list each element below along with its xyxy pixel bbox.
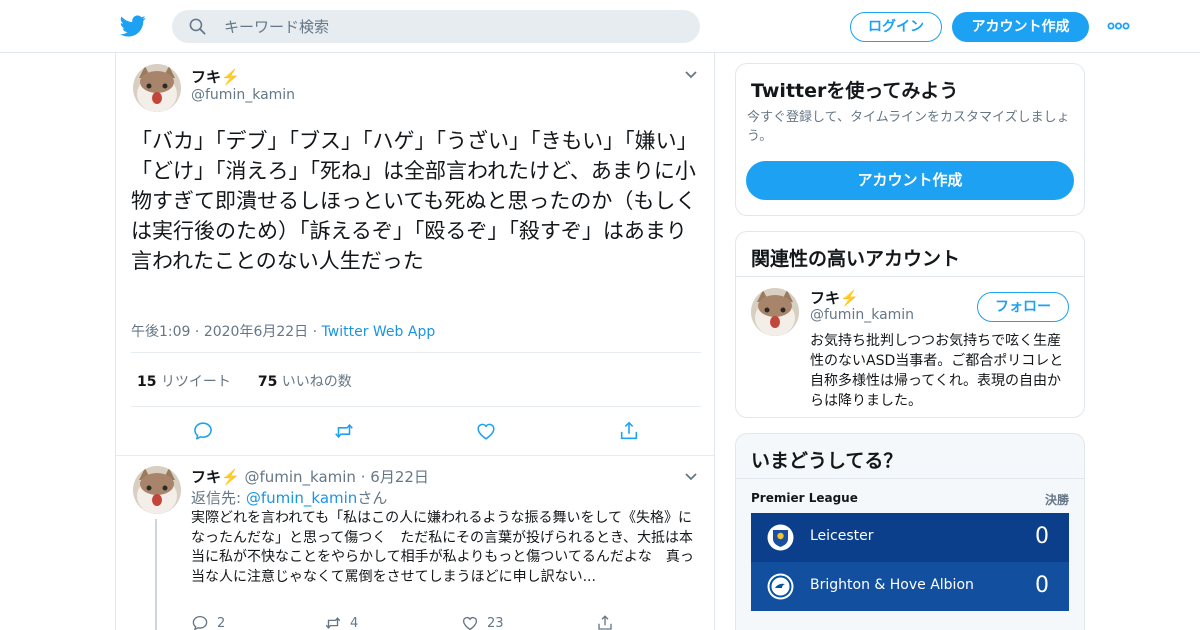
retweet-icon — [325, 617, 341, 629]
follow-button[interactable]: フォロー — [977, 292, 1069, 322]
signup-card-button[interactable]: アカウント作成 — [746, 161, 1074, 200]
divider — [131, 352, 701, 353]
more-options-icon[interactable] — [1107, 20, 1130, 32]
team-score: 0 — [1035, 573, 1049, 598]
separator-dot: · — [312, 324, 322, 340]
main-timeline: フキ⚡️ @fumin_kamin 「バカ」「デブ」「ブス」「ハゲ」「うざい」「… — [115, 53, 715, 630]
cat-avatar-image — [133, 64, 181, 112]
share-icon[interactable] — [618, 420, 640, 442]
separator-dot: · — [194, 324, 204, 340]
related-accounts-title: 関連性の高いアカウント — [751, 248, 961, 270]
search-icon — [189, 18, 206, 35]
twitter-bird-icon[interactable] — [120, 13, 146, 39]
like-count: 23 — [487, 615, 504, 630]
trends-title: いまどうしてる？ — [751, 450, 903, 472]
tweet-separator — [116, 455, 714, 456]
tweet-text: 「バカ」「デブ」「ブス」「ハゲ」「うざい」「きもい」「嫌い」「どけ」「消えろ」「… — [131, 129, 698, 273]
search-input[interactable] — [224, 14, 684, 39]
avatar[interactable] — [133, 64, 181, 112]
reply-button[interactable]: 2 — [191, 614, 225, 630]
reply-icon — [192, 615, 208, 630]
team-score: 0 — [1035, 524, 1049, 549]
trends-card: いまどうしてる？ Premier League 決勝 Leicester 0 B… — [735, 433, 1085, 630]
like-count[interactable]: 75 — [258, 374, 277, 390]
leicester-crest-icon — [767, 524, 794, 551]
share-icon — [598, 615, 612, 630]
divider — [736, 276, 1084, 277]
divider — [736, 478, 1084, 479]
heart-icon[interactable] — [475, 420, 497, 442]
team-name: Leicester — [810, 528, 874, 544]
share-button[interactable] — [596, 614, 614, 630]
tweet-timestamp: 午後1:09 · 2020年6月22日 · Twitter Web App — [131, 321, 435, 341]
tweet-stats: 15 リツイート 75 いいねの数 — [137, 371, 352, 391]
tweet-date[interactable]: 2020年6月22日 — [204, 324, 308, 340]
author-handle[interactable]: @fumin_kamin — [191, 87, 295, 103]
signup-button[interactable]: アカウント作成 — [952, 12, 1089, 42]
chevron-down-icon[interactable] — [684, 70, 698, 80]
divider — [131, 406, 701, 407]
reply-icon[interactable] — [192, 420, 214, 442]
account-handle[interactable]: @fumin_kamin — [810, 307, 914, 323]
account-name[interactable]: フキ⚡️ — [810, 287, 859, 308]
tweet-source-link[interactable]: Twitter Web App — [322, 324, 436, 340]
signup-card: Twitterを使ってみよう 今すぐ登録して、タイムラインをカスタマイズしましょ… — [735, 63, 1085, 216]
match-status: 決勝 — [1044, 493, 1069, 507]
replying-to-link[interactable]: @fumin_kamin — [246, 489, 357, 507]
author-handle[interactable]: @fumin_kamin — [244, 468, 355, 486]
search-bar — [172, 10, 700, 43]
retweet-count-label[interactable]: リツイート — [161, 374, 231, 390]
retweet-button[interactable]: 4 — [324, 614, 358, 630]
avatar[interactable] — [133, 466, 181, 514]
retweet-icon[interactable] — [333, 420, 355, 442]
team-name: Brighton & Hove Albion — [810, 577, 974, 593]
heart-icon — [462, 616, 478, 630]
account-bio: お気持ち批判しつつお気持ちで呟く生産性のないASD当事者。ご都合ポリコレと自称多… — [810, 333, 1064, 409]
replying-to-label: 返信先: — [191, 489, 246, 507]
like-count-label[interactable]: いいねの数 — [282, 374, 352, 390]
thread-line — [155, 519, 157, 630]
replying-to-suffix: さん — [357, 489, 388, 507]
league-name: Premier League — [751, 491, 858, 505]
chevron-down-icon[interactable] — [684, 472, 698, 482]
reply-date[interactable]: 6月22日 — [370, 468, 429, 486]
tweet-time[interactable]: 午後1:09 — [131, 324, 190, 340]
reply-text: 実際どれを言われても「私はこの人に嫌われるような振る舞いをして《失格》になったん… — [191, 510, 694, 585]
signup-card-title: Twitterを使ってみよう — [751, 80, 959, 102]
team-row[interactable]: Brighton & Hove Albion 0 — [751, 562, 1069, 611]
team-row[interactable]: Leicester 0 — [751, 513, 1069, 562]
scoreboard[interactable]: Leicester 0 Brighton & Hove Albion 0 — [751, 513, 1069, 611]
brighton-crest-icon — [767, 573, 794, 600]
login-button[interactable]: ログイン — [850, 12, 942, 42]
reply-header: フキ⚡️ @fumin_kamin · 6月22日 — [191, 466, 429, 487]
separator-dot: · — [360, 468, 366, 486]
avatar[interactable] — [751, 288, 799, 336]
top-navigation-bar: ログイン アカウント作成 — [0, 0, 1200, 53]
related-accounts-card: 関連性の高いアカウント フキ⚡️ @fumin_kamin フォロー お気持ち批… — [735, 231, 1085, 418]
like-button[interactable]: 23 — [461, 614, 504, 630]
cat-avatar-image — [133, 466, 181, 514]
retweet-count: 4 — [350, 615, 359, 630]
reply-count: 2 — [217, 615, 226, 630]
cat-avatar-image — [751, 288, 799, 336]
retweet-count[interactable]: 15 — [137, 374, 156, 390]
author-name[interactable]: フキ⚡️ — [191, 66, 240, 87]
signup-card-description: 今すぐ登録して、タイムラインをカスタマイズしましょう。 — [747, 110, 1070, 144]
replying-to: 返信先: @fumin_kaminさん — [191, 487, 387, 508]
author-name[interactable]: フキ⚡️ — [191, 468, 240, 486]
